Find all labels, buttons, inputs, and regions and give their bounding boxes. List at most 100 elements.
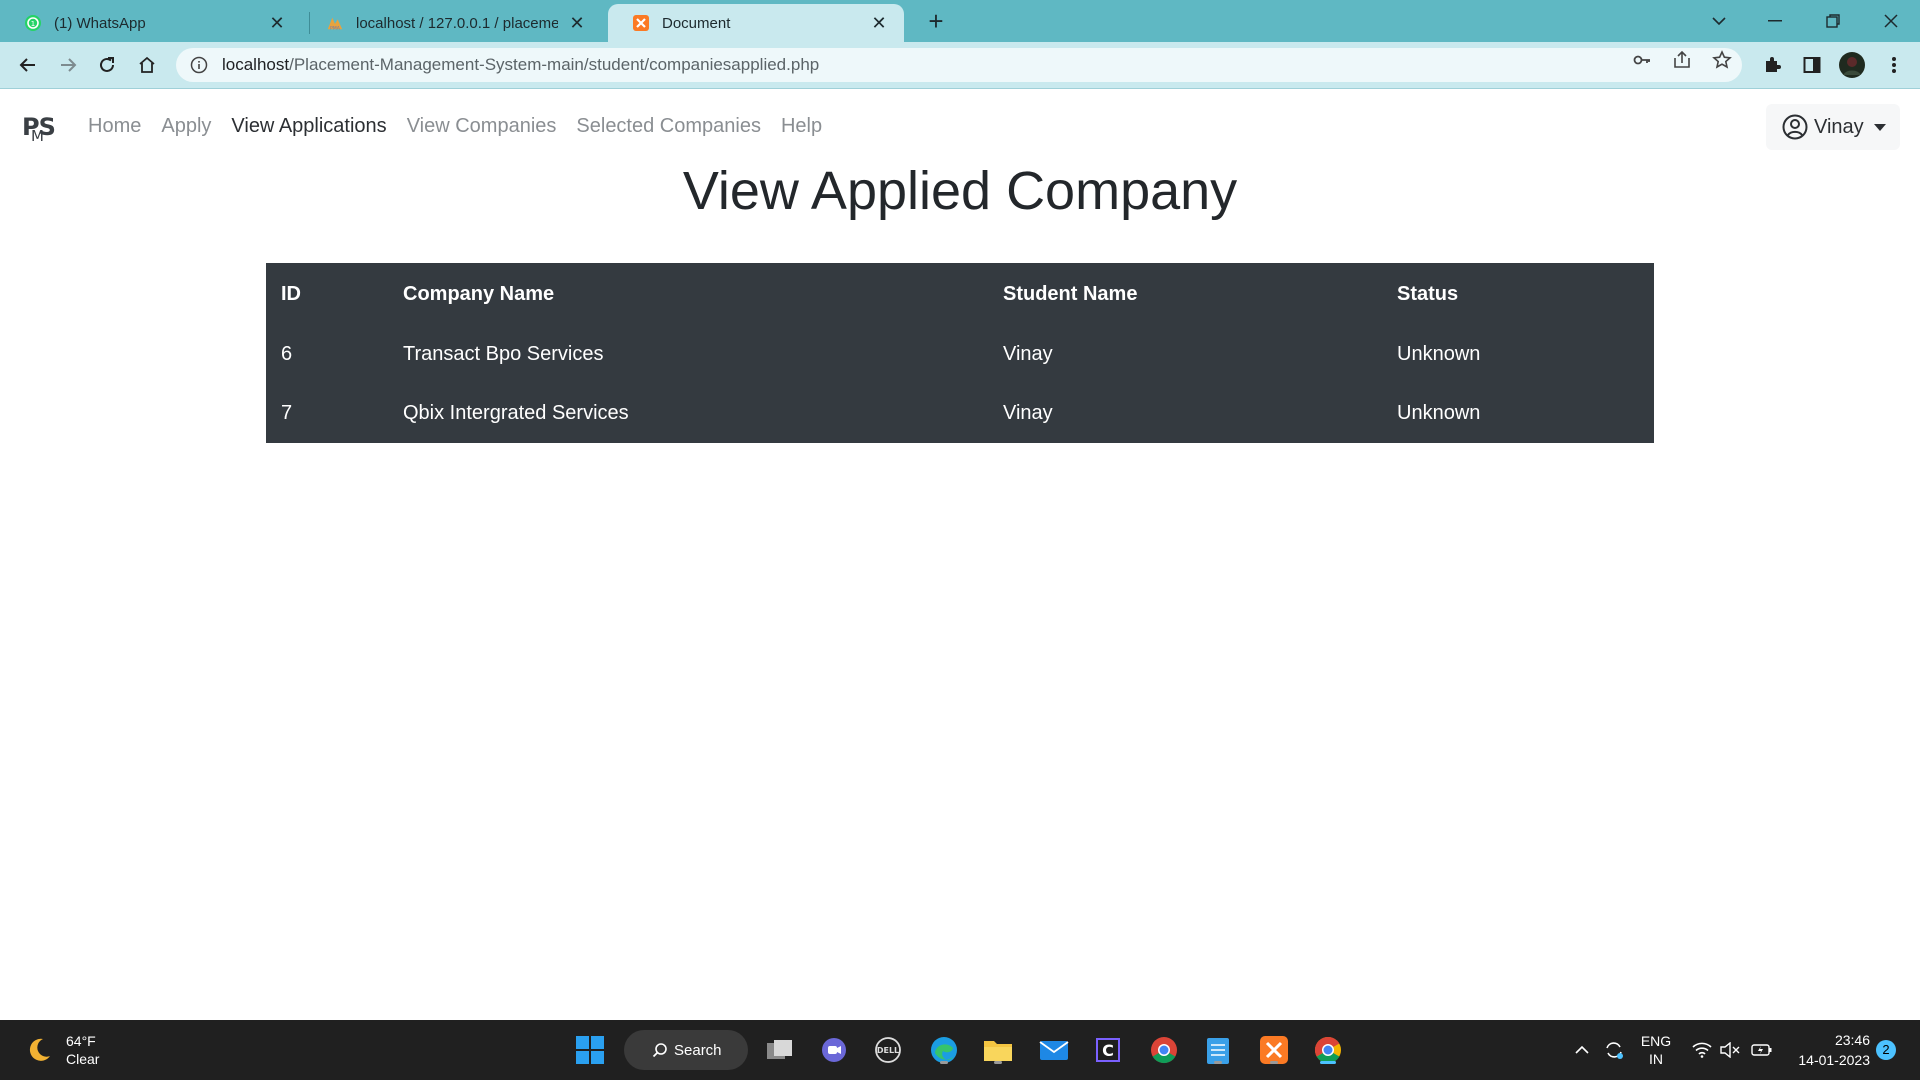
address-url[interactable]: localhost/Placement-Management-System-ma… bbox=[222, 55, 819, 75]
profile-avatar-icon[interactable] bbox=[1836, 49, 1868, 81]
address-bar[interactable]: localhost/Placement-Management-System-ma… bbox=[176, 48, 1742, 82]
chrome-active-icon[interactable] bbox=[1310, 1032, 1346, 1068]
nav-link-help[interactable]: Help bbox=[781, 115, 822, 138]
lang-bottom: IN bbox=[1649, 1051, 1663, 1067]
nav-link-home[interactable]: Home bbox=[88, 115, 141, 138]
xampp-icon bbox=[632, 14, 650, 32]
applications-table: ID Company Name Student Name Status 6 Tr… bbox=[266, 263, 1654, 443]
task-view-icon[interactable] bbox=[762, 1032, 798, 1068]
lang-top: ENG bbox=[1640, 1033, 1672, 1049]
table-row: 6 Transact Bpo Services Vinay Unknown bbox=[266, 325, 1654, 384]
cell-student-name: Vinay bbox=[1003, 343, 1053, 365]
share-icon[interactable] bbox=[1672, 50, 1692, 70]
tab-title: (1) WhatsApp bbox=[54, 14, 146, 32]
windows-taskbar: 64°F Clear Search DELL C ENG IN 23:46 14… bbox=[0, 1020, 1920, 1080]
nav-link-apply[interactable]: Apply bbox=[161, 115, 211, 138]
active-indicator bbox=[1320, 1061, 1336, 1064]
browser-toolbar: localhost/Placement-Management-System-ma… bbox=[0, 42, 1920, 88]
reload-icon[interactable] bbox=[91, 49, 123, 81]
cell-company-name: Transact Bpo Services bbox=[403, 343, 604, 365]
running-indicator bbox=[994, 1061, 1002, 1064]
site-info-icon[interactable] bbox=[190, 56, 208, 74]
svg-text:PMA: PMA bbox=[330, 25, 341, 31]
browser-tab-strip: 1 (1) WhatsApp ✕ PMA localhost / 127.0.0… bbox=[0, 0, 1920, 42]
back-icon[interactable] bbox=[12, 49, 44, 81]
column-header-status: Status bbox=[1397, 282, 1459, 305]
code-editor-icon[interactable]: C bbox=[1090, 1032, 1126, 1068]
tab-phpmyadmin[interactable]: PMA localhost / 127.0.0.1 / placement ✕ bbox=[302, 4, 602, 42]
weather-widget[interactable]: 64°F Clear bbox=[24, 1032, 99, 1068]
mail-icon[interactable] bbox=[1036, 1032, 1072, 1068]
column-header-id: ID bbox=[281, 282, 301, 305]
browser-menu-icon[interactable] bbox=[1878, 49, 1910, 81]
edge-icon[interactable] bbox=[926, 1032, 962, 1068]
svg-text:DELL: DELL bbox=[877, 1046, 899, 1055]
tab-search-chevron-icon[interactable] bbox=[1696, 0, 1742, 42]
close-tab-icon[interactable]: ✕ bbox=[870, 14, 888, 32]
page-title: View Applied Company bbox=[682, 161, 1238, 221]
taskbar-search-button[interactable]: Search bbox=[624, 1030, 748, 1070]
column-header-company-name: Company Name bbox=[403, 282, 555, 305]
new-tab-button[interactable]: + bbox=[922, 8, 950, 36]
restore-icon[interactable] bbox=[1810, 0, 1856, 42]
volume-muted-icon[interactable] bbox=[1718, 1020, 1742, 1080]
brand-logo[interactable]: PS M bbox=[22, 113, 58, 145]
search-label: Search bbox=[674, 1041, 722, 1059]
minimize-icon[interactable] bbox=[1752, 0, 1798, 42]
cell-company-name: Qbix Intergrated Services bbox=[403, 402, 629, 424]
cell-id: 6 bbox=[281, 343, 293, 365]
side-panel-icon[interactable] bbox=[1796, 49, 1828, 81]
clock[interactable]: 23:46 14-01-2023 bbox=[1790, 1030, 1870, 1070]
close-tab-icon[interactable]: ✕ bbox=[568, 14, 586, 32]
user-dropdown-button[interactable]: Vinay bbox=[1766, 104, 1900, 150]
bookmark-star-icon[interactable] bbox=[1712, 50, 1732, 70]
svg-text:C: C bbox=[1102, 1041, 1114, 1060]
nav-link-selected-companies[interactable]: Selected Companies bbox=[576, 115, 761, 138]
cell-status: Unknown bbox=[1397, 402, 1481, 424]
tab-title: Document bbox=[662, 14, 731, 32]
home-icon[interactable] bbox=[131, 49, 163, 81]
file-explorer-icon[interactable] bbox=[980, 1032, 1016, 1068]
running-indicator bbox=[1214, 1061, 1222, 1064]
nav-link-view-applications[interactable]: View Applications bbox=[231, 115, 386, 138]
whatsapp-icon: 1 bbox=[24, 14, 42, 32]
sync-icon[interactable] bbox=[1600, 1020, 1628, 1080]
cell-id: 7 bbox=[281, 402, 293, 424]
xampp-taskbar-icon[interactable] bbox=[1256, 1032, 1292, 1068]
forward-icon[interactable] bbox=[52, 49, 84, 81]
nav-link-view-companies[interactable]: View Companies bbox=[407, 115, 557, 138]
search-icon bbox=[652, 1043, 667, 1058]
tab-whatsapp[interactable]: 1 (1) WhatsApp ✕ bbox=[0, 4, 302, 42]
tab-document[interactable]: Document ✕ bbox=[608, 4, 904, 42]
running-indicator bbox=[1270, 1061, 1278, 1064]
close-window-icon[interactable] bbox=[1868, 0, 1914, 42]
language-indicator[interactable]: ENG IN bbox=[1638, 1020, 1674, 1080]
windows-start-icon[interactable] bbox=[572, 1032, 608, 1068]
dell-icon[interactable]: DELL bbox=[870, 1032, 906, 1068]
user-name: Vinay bbox=[1814, 115, 1864, 138]
key-icon[interactable] bbox=[1632, 50, 1652, 70]
notification-badge[interactable]: 2 bbox=[1876, 1040, 1896, 1060]
column-header-student-name: Student Name bbox=[1003, 282, 1138, 305]
tab-title: localhost / 127.0.0.1 / placement bbox=[356, 14, 558, 32]
nav-links: Home Apply View Applications View Compan… bbox=[88, 115, 842, 138]
teams-chat-icon[interactable] bbox=[816, 1032, 852, 1068]
chrome-icon[interactable] bbox=[1146, 1032, 1182, 1068]
table-row: 7 Qbix Intergrated Services Vinay Unknow… bbox=[266, 384, 1654, 443]
clock-date: 14-01-2023 bbox=[1798, 1052, 1870, 1068]
close-tab-icon[interactable]: ✕ bbox=[268, 14, 286, 32]
notepad-icon[interactable] bbox=[1200, 1032, 1236, 1068]
table-header-row: ID Company Name Student Name Status bbox=[266, 263, 1654, 325]
brand-sub-text: M bbox=[31, 127, 44, 145]
wifi-icon[interactable] bbox=[1690, 1020, 1714, 1080]
tray-overflow-chevron-icon[interactable] bbox=[1570, 1020, 1594, 1080]
running-indicator bbox=[940, 1061, 948, 1064]
cell-status: Unknown bbox=[1397, 343, 1481, 365]
weather-temp: 64°F bbox=[66, 1033, 96, 1049]
extensions-icon[interactable] bbox=[1756, 49, 1788, 81]
moon-icon bbox=[29, 1038, 50, 1061]
caret-down-icon bbox=[1873, 123, 1886, 131]
battery-icon[interactable] bbox=[1748, 1020, 1776, 1080]
clock-time: 23:46 bbox=[1834, 1032, 1870, 1048]
phpmyadmin-icon: PMA bbox=[326, 14, 344, 32]
